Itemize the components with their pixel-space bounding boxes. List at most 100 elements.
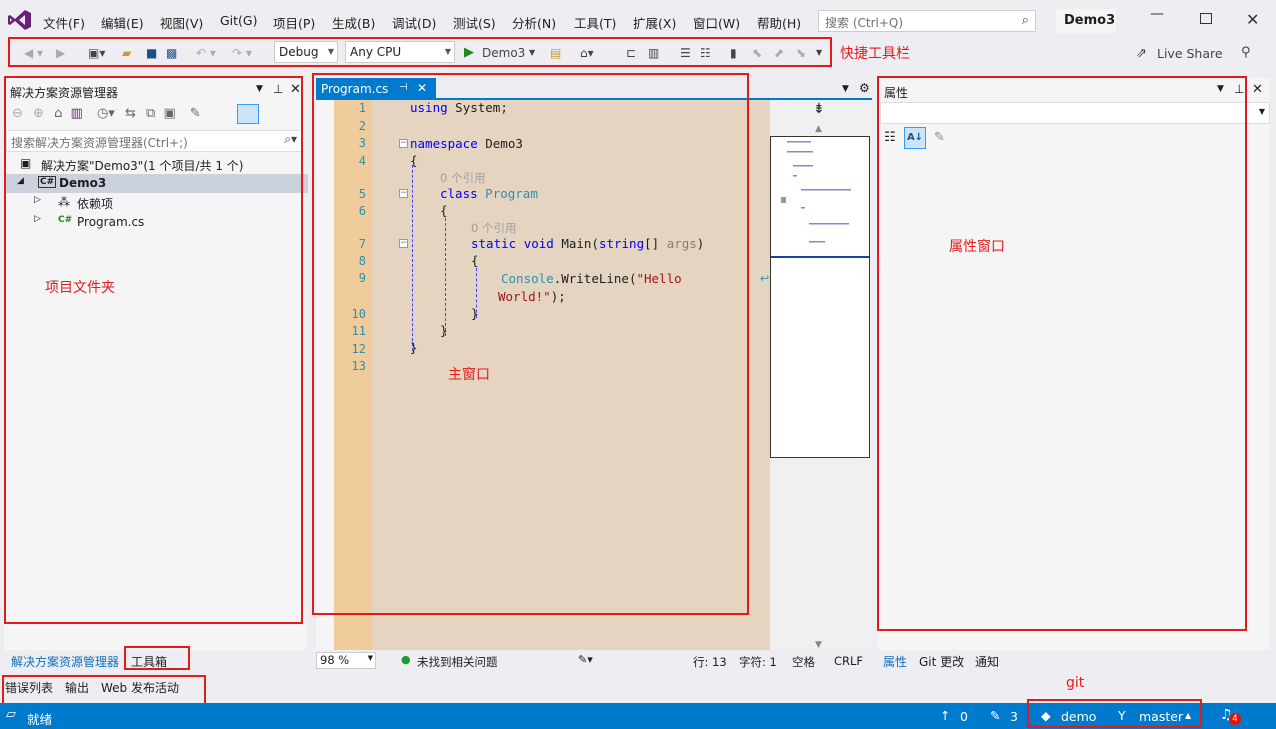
menu-view[interactable]: 视图(V) [160,13,203,32]
bookmark-icon[interactable]: ▮ [730,44,737,62]
fold-toggle-icon[interactable]: − [399,239,408,248]
tab-output[interactable]: 输出 [65,679,89,696]
settings-gear-icon[interactable]: ⚙ [859,81,870,95]
properties-wrench-icon[interactable]: ✎ [190,106,201,121]
menu-debug[interactable]: 调试(D) [392,13,436,32]
tab-error-list[interactable]: 错误列表 [5,679,53,696]
tab-list-icon[interactable]: ▼ [842,84,849,94]
home-icon[interactable]: ⌂ [54,106,62,121]
eol-indicator[interactable]: CRLF [834,654,863,668]
tab-toolbox[interactable]: 工具箱 [131,653,167,670]
codelens-references[interactable]: 0 个引用 [471,220,516,236]
toolbar-overflow-icon[interactable]: ▼ [816,44,822,62]
unpushed-count[interactable]: 0 [960,709,968,724]
fold-toggle-icon[interactable]: − [399,189,408,198]
preview-selected-button[interactable] [237,104,259,124]
forward-icon[interactable]: ▶ [56,44,65,62]
platform-select[interactable]: Any CPU ▼ [345,41,455,63]
pane-menu-icon[interactable]: ▼ [256,84,263,94]
collapse-arrow-icon[interactable]: ▷ [34,195,41,205]
collapse-icon[interactable]: ▥ [648,44,659,62]
changes-count[interactable]: 3 [1010,709,1018,724]
menu-help[interactable]: 帮助(H) [757,13,801,32]
tab-notifications[interactable]: 通知 [975,653,999,670]
branch-name[interactable]: master [1139,709,1183,724]
menu-window[interactable]: 窗口(W) [693,13,740,32]
new-item-icon[interactable]: ▣▾ [88,44,105,62]
code-editor[interactable] [334,100,770,650]
zoom-select[interactable]: 98 % ▼ [316,652,376,669]
close-tab-icon[interactable]: ✕ [417,81,427,95]
spaces-indicator[interactable]: 空格 [792,654,815,670]
outdent-icon[interactable]: ☰ [680,44,691,62]
menu-analyze[interactable]: 分析(N) [512,13,556,32]
search-input[interactable]: 搜索 (Ctrl+Q) ⌕ [818,10,1036,32]
categorized-icon[interactable]: ☷ [884,130,896,145]
tab-program-cs[interactable]: Program.cs ⊣ ✕ [316,78,436,100]
push-arrow-icon[interactable]: ↑ [940,708,950,723]
branch-icon[interactable]: Y [1118,708,1126,723]
char-indicator[interactable]: 字符: 1 [739,654,777,670]
run-target-label[interactable]: Demo3 [482,44,525,62]
pin-icon[interactable]: ⊥ [1234,82,1244,96]
brush-icon[interactable]: ✎▾ [578,653,593,666]
switch-views-icon[interactable]: ▥ [71,106,83,121]
tab-properties[interactable]: 属性 [883,653,907,670]
issues-status[interactable]: 未找到相关问题 [417,654,498,670]
menu-build[interactable]: 生成(B) [332,13,375,32]
tab-web-publish-activity[interactable]: Web 发布活动 [101,679,179,696]
open-folder-icon[interactable]: ▰ [122,44,131,62]
tree-item-program-cs[interactable]: Program.cs [77,215,144,229]
prev-bookmark-icon[interactable]: ⬉ [752,44,762,62]
expand-arrow-icon[interactable]: ◢ [17,176,24,186]
project-node[interactable]: Demo3 [59,176,106,190]
menu-tools[interactable]: 工具(T) [574,13,616,32]
back-icon[interactable]: ⊖ [12,106,23,121]
indent-icon[interactable]: ☷ [700,44,711,62]
clear-bookmarks-icon[interactable]: ⬊ [796,44,806,62]
close-pane-icon[interactable]: ✕ [1252,82,1263,97]
pin-icon[interactable]: ⊥ [273,82,283,96]
scroll-up-icon[interactable]: ▲ [815,124,822,134]
close-icon[interactable]: ✕ [1246,10,1259,29]
split-editor-icon[interactable]: ⇟ [813,101,825,117]
menu-project[interactable]: 项目(P) [273,13,315,32]
history-icon[interactable]: ◷▾ [97,106,115,121]
back-icon[interactable]: ◀ ▾ [24,44,43,62]
scroll-down-icon[interactable]: ▼ [815,640,822,650]
home-icon[interactable]: ⌂▾ [580,44,594,62]
menu-edit[interactable]: 编辑(E) [101,13,144,32]
visual-studio-logo-icon[interactable] [8,9,32,31]
live-share-button[interactable]: Live Share [1157,45,1223,63]
menu-file[interactable]: 文件(F) [43,13,85,32]
tree-item-dependencies[interactable]: 依赖项 [77,195,113,212]
code-minimap[interactable] [770,136,870,458]
pane-menu-icon[interactable]: ▼ [1217,84,1224,94]
menu-extensions[interactable]: 扩展(X) [633,13,676,32]
property-pages-wrench-icon[interactable]: ✎ [934,130,945,145]
close-pane-icon[interactable]: ✕ [290,82,301,97]
output-window-icon[interactable]: ▱ [6,707,16,722]
chevron-down-icon[interactable]: ▼ [529,44,535,62]
save-all-icon[interactable]: ▩ [166,44,177,62]
collapse-arrow-icon[interactable]: ▷ [34,214,41,224]
object-select[interactable]: ▼ [880,102,1270,124]
save-icon[interactable]: ■ [146,44,157,62]
menu-test[interactable]: 测试(S) [453,13,496,32]
solution-search-input[interactable]: 搜索解决方案资源管理器(Ctrl+;) ⌕▾ [6,130,302,152]
forward-icon[interactable]: ⊕ [33,106,44,121]
undo-icon[interactable]: ↶ ▾ [196,44,216,62]
pin-icon[interactable]: ⊣ [399,82,408,93]
sync-icon[interactable]: ⇆ [125,106,136,121]
next-bookmark-icon[interactable]: ⬈ [774,44,784,62]
menu-git[interactable]: Git(G) [220,13,258,28]
feedback-icon[interactable]: ⚲ [1241,44,1251,62]
fold-toggle-icon[interactable]: − [399,139,408,148]
repository-icon[interactable]: ◆ [1041,708,1051,723]
redo-icon[interactable]: ↷ ▾ [232,44,252,62]
repository-name[interactable]: demo [1061,709,1096,724]
chevron-up-icon[interactable]: ▲ [1185,711,1191,720]
maximize-icon[interactable] [1200,13,1212,24]
share-icon[interactable]: ⇗ [1136,45,1147,63]
collapse-all-icon[interactable]: ⧉ [146,106,155,121]
